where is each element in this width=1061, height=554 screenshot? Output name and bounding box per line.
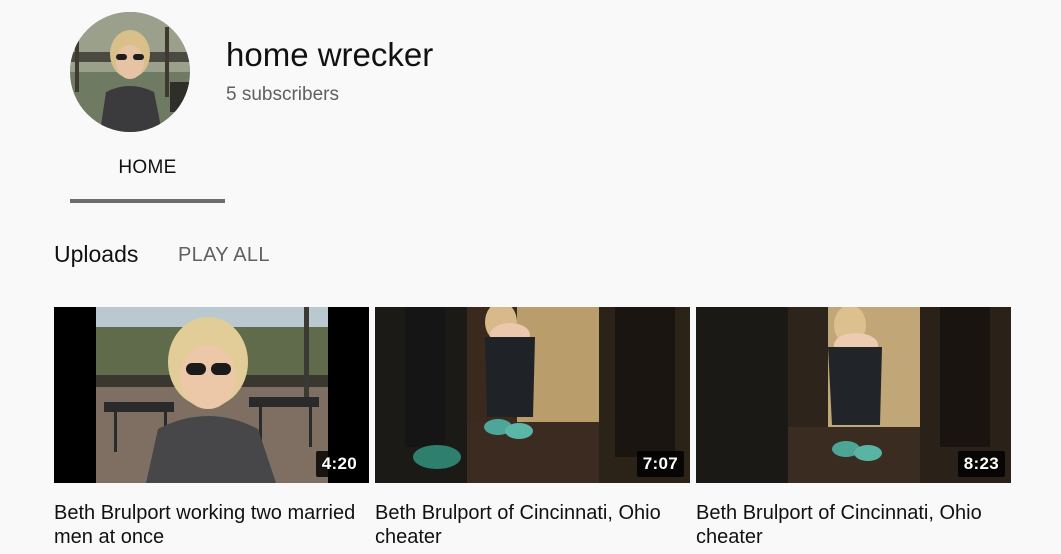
- video-title[interactable]: Beth Brulport of Cincinnati, Ohio cheate…: [696, 501, 1011, 549]
- channel-avatar[interactable]: [70, 12, 190, 132]
- video-title[interactable]: Beth Brulport of Cincinnati, Ohio cheate…: [375, 501, 690, 549]
- video-thumbnail[interactable]: 4:20: [54, 307, 369, 483]
- video-thumbnail[interactable]: 7:07: [375, 307, 690, 483]
- video-thumbnail[interactable]: 8:23: [696, 307, 1011, 483]
- video-duration: 8:23: [957, 451, 1005, 477]
- channel-name: home wrecker: [226, 36, 434, 73]
- video-card[interactable]: 7:07 Beth Brulport of Cincinnati, Ohio c…: [375, 307, 690, 549]
- tab-selected-indicator: [70, 199, 225, 203]
- tab-home[interactable]: HOME: [70, 150, 225, 203]
- video-title[interactable]: Beth Brulport working two married men at…: [54, 501, 369, 549]
- avatar-image: [70, 12, 190, 132]
- tab-home-label: HOME: [118, 157, 177, 178]
- video-duration: 7:07: [636, 451, 684, 477]
- video-card[interactable]: 8:23 Beth Brulport of Cincinnati, Ohio c…: [696, 307, 1011, 549]
- play-all-button[interactable]: PLAY ALL: [178, 244, 270, 267]
- video-duration: 4:20: [315, 451, 363, 477]
- video-card[interactable]: 4:20 Beth Brulport working two married m…: [54, 307, 369, 549]
- uploads-section-title: Uploads: [54, 241, 139, 267]
- subscriber-count: 5 subscribers: [226, 84, 339, 105]
